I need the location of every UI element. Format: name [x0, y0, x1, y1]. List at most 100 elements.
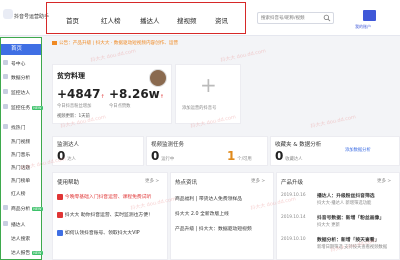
sidebar-item[interactable]: 播达人 — [11, 221, 25, 228]
new-badge: NEW — [32, 207, 43, 211]
sidebar-item[interactable]: 达人搜索 — [11, 235, 30, 242]
nav-item-home[interactable]: 首页 — [66, 15, 79, 25]
sidebar-icon — [3, 74, 8, 79]
new-badge: NEW — [32, 251, 43, 255]
updates-more-link[interactable]: 更多 > — [377, 178, 391, 184]
hot-item[interactable]: 商品福利 | 带货达人免费领样品 — [175, 195, 242, 202]
task-available: 1 个/可用 — [227, 149, 252, 163]
card-title: 视频监测任务 — [151, 142, 185, 148]
hot-title: 热点资讯 — [175, 180, 198, 186]
likes-stat: +8.26w↑ — [109, 87, 164, 101]
sidebar-item-home[interactable]: 首页 — [1, 44, 41, 55]
update-title[interactable]: 数据分析：新增「按天查看」 — [317, 236, 379, 243]
video-update: 视频更新：1天前 — [57, 114, 90, 119]
sidebar-item-label: 达人报告 — [11, 251, 31, 256]
app-title[interactable]: 抖音号运营助手 — [14, 13, 49, 20]
add-account-label: 添加运营的抖音号 — [182, 106, 217, 111]
sidebar-item[interactable]: 热门榜单 — [11, 177, 30, 184]
sidebar-icon — [3, 89, 8, 94]
monitor-talent-card[interactable]: 监测达人 0 达人 — [52, 136, 144, 166]
sidebar-item[interactable]: 达人报告 NEW — [11, 249, 43, 256]
help-more-link[interactable]: 更多 > — [145, 178, 159, 184]
search-box — [257, 12, 334, 24]
update-desc: 新增日期筛选 支持按天查看视频数据 — [317, 245, 388, 250]
sidebar: 首页 号中心 数据分析 监控达人 监控任务 NEW 找热门 热门视频 热门音乐 热… — [0, 37, 43, 260]
update-title[interactable]: 抖音号数据：新增「粉丝画像」 — [317, 214, 384, 221]
add-account-card[interactable]: + 添加运营的抖音号 — [175, 64, 241, 124]
update-desc: 抖大大·播达人 新增筛选功能 — [317, 201, 372, 206]
help-card: 使用帮助 更多 > 今晚零基础入门抖音运营、课程免费试听 抖大大 助你抖音运营、… — [52, 172, 168, 260]
sidebar-item[interactable]: 热门音乐 — [11, 151, 30, 158]
main-nav: 首页 红人榜 播达人 搜视频 资讯 — [46, 2, 246, 34]
update-title[interactable]: 播达人：升级粉丝抖音筛选 — [317, 192, 375, 199]
hot-more-link[interactable]: 更多 > — [251, 178, 265, 184]
product-updates-card: 产品升级 更多 > 2019.10.16 播达人：升级粉丝抖音筛选 抖大大·播达… — [276, 172, 400, 260]
monitor-task-card[interactable]: 视频监测任务 0 运行中 1 个/可用 — [146, 136, 268, 166]
arrow-up-icon: ↑ — [100, 94, 105, 100]
sidebar-icon — [3, 221, 8, 226]
sidebar-item[interactable]: 监控达人 — [11, 89, 30, 96]
sidebar-item[interactable]: 数据分析 — [11, 74, 30, 81]
plus-icon: + — [200, 73, 217, 97]
help-item[interactable]: 如何认领抖音账号、领取抖大大VIP — [57, 229, 167, 236]
watermark: 抖大大 dou.dd.com — [219, 48, 267, 64]
help-title: 使用帮助 — [57, 180, 80, 186]
fans-value: +4847 — [57, 87, 101, 101]
sidebar-icon — [3, 205, 8, 210]
account-avatar[interactable] — [149, 69, 167, 87]
nav-item-talent[interactable]: 播达人 — [140, 15, 160, 25]
fans-label: 今日抖音粉丝增加 — [57, 104, 92, 109]
watermark: 抖大大 dou.dd.com — [89, 48, 137, 64]
help-item[interactable]: 抖大大 助你抖音运营、实时监测也方便！ — [57, 211, 167, 218]
update-date: 2019.10.10 — [281, 237, 306, 242]
sidebar-item-label: 监控任务 — [11, 106, 31, 111]
update-date: 2019.10.16 — [281, 193, 306, 198]
fans-stat: +4847↑ — [57, 87, 105, 101]
sidebar-item[interactable]: 找热门 — [11, 124, 25, 131]
help-item[interactable]: 今晚零基础入门抖音运营、课程免费试听 — [57, 193, 167, 200]
account-card: 贫穷料理 +4847↑ +8.26w↑ 今日抖音粉丝增加 今日点赞数 视频更新：… — [52, 64, 172, 124]
sidebar-item[interactable]: 热门话题 — [11, 164, 30, 171]
update-desc: 抖大大 更新 — [317, 223, 340, 228]
add-analysis-link[interactable]: 添加数据分析 — [345, 147, 371, 153]
nav-item-news[interactable]: 资讯 — [215, 15, 228, 25]
notice-bar[interactable]: 公告：产品升级 | 抖大大 · 数据驱动短视频内容创作、运营 — [52, 40, 342, 49]
user-label[interactable]: 我的账户 — [355, 24, 371, 30]
new-badge: NEW — [32, 106, 43, 110]
favorites-card[interactable]: 收藏夹 & 数据分析 添加数据分析 0 收藏达人 — [270, 136, 400, 166]
hot-news-card: 热点资讯 更多 > 商品福利 | 带货达人免费领样品 抖大大 2.0 全新改版上… — [170, 172, 274, 260]
hot-item[interactable]: 产品升级 | 抖大大：数据驱动短视频 — [175, 225, 252, 232]
favorites-count: 0 收藏达人 — [275, 149, 303, 163]
likes-value: +8.26w — [109, 87, 160, 101]
sidebar-item-label: 商品分析 — [11, 207, 31, 212]
sidebar-icon — [3, 60, 8, 65]
sidebar-item[interactable]: 商品分析 NEW — [11, 205, 43, 212]
search-icon[interactable] — [323, 14, 331, 22]
user-avatar-icon[interactable] — [363, 10, 376, 21]
megaphone-icon — [52, 40, 57, 45]
sidebar-item[interactable]: 热门视频 — [11, 138, 30, 145]
sidebar-item[interactable]: 号中心 — [11, 60, 25, 67]
logo-icon[interactable] — [3, 9, 13, 19]
sidebar-item[interactable]: 监控任务 NEW — [11, 104, 43, 111]
top-bar: 抖音号运营助手 首页 红人榜 播达人 搜视频 资讯 我的账户 — [0, 0, 400, 36]
notice-text: 公告：产品升级 | 抖大大 · 数据驱动短视频内容创作、运营 — [59, 41, 179, 46]
sidebar-icon — [3, 104, 8, 109]
sidebar-item[interactable]: 红人榜 — [11, 190, 25, 197]
account-name[interactable]: 贫穷料理 — [57, 71, 85, 81]
search-input[interactable] — [261, 14, 321, 23]
card-title: 收藏夹 & 数据分析 — [275, 142, 322, 148]
hot-item[interactable]: 抖大大 2.0 全新改版上线 — [175, 210, 229, 217]
hot-icon — [57, 193, 63, 200]
talent-count: 0 达人 — [57, 149, 76, 163]
nav-item-rank[interactable]: 红人榜 — [101, 15, 121, 25]
arrow-up-icon: ↑ — [159, 94, 164, 100]
updates-title: 产品升级 — [281, 180, 304, 186]
info-icon — [57, 229, 63, 236]
watermark: 抖大大 dou.dd.com — [309, 114, 357, 130]
nav-item-video[interactable]: 搜视频 — [177, 15, 197, 25]
update-date: 2019.10.14 — [281, 215, 306, 220]
hot-icon — [57, 211, 63, 218]
sidebar-icon — [3, 124, 8, 129]
likes-label: 今日点赞数 — [109, 104, 131, 109]
